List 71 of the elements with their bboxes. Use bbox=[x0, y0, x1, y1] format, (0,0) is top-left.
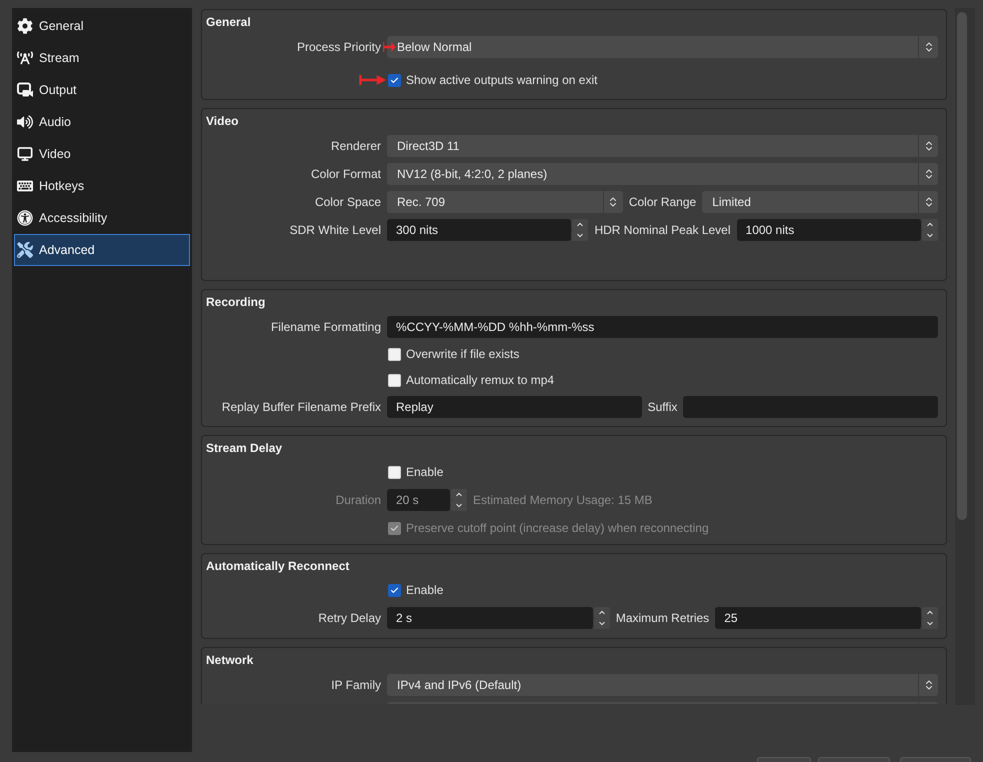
check-icon bbox=[390, 524, 399, 532]
dropdown[interactable]: Limited bbox=[702, 191, 938, 213]
field-label: Process Priority bbox=[296, 40, 381, 54]
decrement-button[interactable] bbox=[594, 618, 610, 629]
section-title: General bbox=[206, 15, 251, 29]
dropdown[interactable]: Below Normal bbox=[387, 36, 938, 58]
field-label: Color Space bbox=[314, 195, 381, 209]
number-field[interactable]: 1000 nits bbox=[736, 219, 921, 241]
sidebar-item[interactable]: Advanced bbox=[14, 234, 190, 266]
number-field[interactable]: 300 nits bbox=[387, 219, 572, 241]
field-label: Renderer bbox=[330, 139, 381, 153]
settings-icon bbox=[17, 18, 33, 34]
text-field[interactable]: %CCYY-%MM-%DD %hh-%mm-%ss bbox=[387, 316, 938, 338]
section-title: Network bbox=[206, 653, 254, 667]
check-icon bbox=[390, 586, 399, 594]
speaker-icon bbox=[17, 114, 33, 130]
dropdown[interactable]: Direct3D 11 bbox=[387, 135, 938, 157]
decrement-button[interactable] bbox=[451, 500, 467, 511]
field-label: Maximum Retries bbox=[616, 611, 710, 625]
field-label: HDR Nominal Peak Level bbox=[594, 223, 731, 237]
increment-button[interactable] bbox=[922, 219, 938, 230]
checkbox-label[interactable]: Enable bbox=[406, 583, 444, 597]
section-title: Video bbox=[206, 114, 238, 128]
check-icon bbox=[390, 76, 399, 84]
sidebar-item[interactable]: Audio bbox=[14, 106, 190, 138]
sidebar-item[interactable]: Accessibility bbox=[14, 202, 190, 234]
decrement-button[interactable] bbox=[572, 230, 588, 241]
checkbox-label[interactable]: Enable bbox=[406, 465, 444, 479]
increment-button[interactable] bbox=[922, 607, 938, 618]
monitor-camera-icon bbox=[17, 82, 33, 98]
sidebar-item[interactable]: General bbox=[14, 10, 190, 42]
field-label: Suffix bbox=[648, 400, 678, 414]
dropdown[interactable]: NV12 (8-bit, 4:2:0, 2 planes) bbox=[387, 163, 938, 185]
checkbox-label[interactable]: Automatically remux to mp4 bbox=[406, 373, 554, 387]
number-field[interactable]: 25 bbox=[715, 607, 922, 629]
field-label: IP Family bbox=[331, 678, 381, 692]
section-title: Recording bbox=[206, 295, 266, 309]
checkbox-label[interactable]: Overwrite if file exists bbox=[406, 347, 520, 361]
sidebar-item[interactable]: Stream bbox=[14, 42, 190, 74]
increment-button[interactable] bbox=[572, 219, 588, 230]
sidebar-item[interactable]: Output bbox=[14, 74, 190, 106]
section-title: Automatically Reconnect bbox=[206, 559, 350, 573]
dropdown[interactable]: IPv4 and IPv6 (Default) bbox=[387, 674, 938, 696]
text-field[interactable]: Replay bbox=[387, 396, 642, 418]
field-label: Filename Formatting bbox=[270, 320, 381, 334]
field-label: Color Range bbox=[628, 195, 696, 209]
field-label: Replay Buffer Filename Prefix bbox=[222, 400, 381, 414]
increment-button[interactable] bbox=[594, 607, 610, 618]
field-label: Retry Delay bbox=[318, 611, 381, 625]
sidebar-item[interactable]: Video bbox=[14, 138, 190, 170]
decrement-button[interactable] bbox=[922, 618, 938, 629]
decrement-button[interactable] bbox=[922, 230, 938, 241]
checkbox-label[interactable]: Show active outputs warning on exit bbox=[406, 73, 598, 87]
keyboard-icon bbox=[17, 178, 33, 194]
text-field[interactable] bbox=[683, 396, 938, 418]
antenna-icon bbox=[17, 50, 33, 66]
checkbox[interactable] bbox=[388, 74, 401, 86]
accessibility-icon bbox=[17, 210, 33, 226]
field-label: Color Format bbox=[310, 167, 381, 181]
dropdown[interactable]: Rec. 709 bbox=[387, 191, 623, 213]
sidebar-item[interactable]: Hotkeys bbox=[14, 170, 190, 202]
number-field[interactable]: 2 s bbox=[387, 607, 593, 629]
field-label: SDR White Level bbox=[290, 223, 381, 237]
scrollbar-thumb[interactable] bbox=[957, 12, 967, 520]
tools-icon bbox=[17, 242, 33, 258]
checkbox[interactable] bbox=[388, 584, 401, 596]
field-label: Duration bbox=[336, 493, 381, 507]
monitor-icon bbox=[17, 146, 33, 162]
hint-text: Estimated Memory Usage: 15 MB bbox=[473, 493, 652, 507]
increment-button[interactable] bbox=[451, 489, 467, 500]
section-title: Stream Delay bbox=[206, 441, 282, 455]
